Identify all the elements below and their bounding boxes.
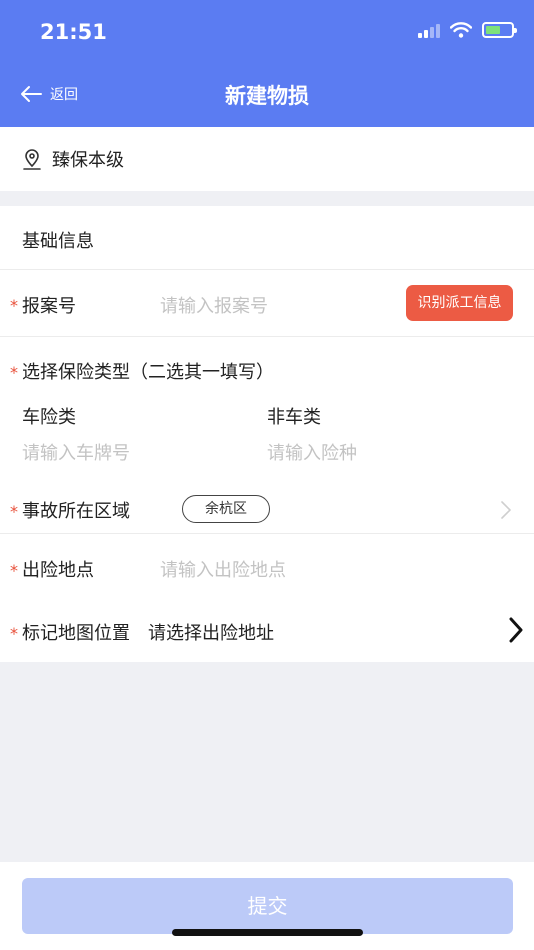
divider: [0, 269, 534, 270]
battery-icon: [482, 22, 517, 38]
location-label: 出险地点: [22, 560, 94, 581]
wifi-icon: [450, 22, 472, 38]
location-pin-icon: [23, 149, 41, 170]
recognize-dispatch-button[interactable]: 识别派工信息: [406, 285, 513, 321]
location-input[interactable]: 请输入出险地点: [160, 556, 286, 582]
org-selector[interactable]: 臻保本级: [0, 127, 534, 191]
footer: 提交: [0, 862, 534, 950]
area-chip[interactable]: 余杭区: [182, 495, 270, 523]
map-address-select[interactable]: 请选择出险地址: [148, 619, 274, 645]
signal-icon: [418, 22, 440, 38]
non-vehicle-insurance-label: 非车类: [267, 407, 321, 428]
org-name: 臻保本级: [52, 150, 124, 171]
insurance-category-input[interactable]: 请输入险种: [267, 439, 357, 465]
submit-button[interactable]: 提交: [22, 878, 513, 934]
basic-info-card: 基础信息 * 报案号 请输入报案号 识别派工信息 * 选择保险类型（二选其一填写…: [0, 206, 534, 662]
header: 21:51 返回 新建物损: [0, 0, 534, 127]
divider: [0, 336, 534, 337]
home-indicator: [172, 929, 363, 936]
section-title: 基础信息: [22, 231, 94, 252]
vehicle-insurance-label: 车险类: [22, 407, 76, 428]
required-mark: *: [10, 296, 18, 315]
plate-number-input[interactable]: 请输入车牌号: [22, 439, 130, 465]
case-no-label: 报案号: [22, 296, 76, 317]
required-mark: *: [10, 561, 18, 580]
status-icons: [418, 22, 517, 38]
chevron-right-icon[interactable]: [508, 616, 524, 644]
required-mark: *: [10, 502, 18, 521]
required-mark: *: [10, 624, 18, 643]
divider: [0, 533, 534, 534]
required-mark: *: [10, 363, 18, 382]
chevron-right-icon[interactable]: [500, 500, 512, 520]
case-no-input[interactable]: 请输入报案号: [160, 292, 268, 318]
map-label: 标记地图位置: [22, 623, 130, 644]
insurance-type-label: 选择保险类型（二选其一填写）: [22, 362, 274, 383]
status-time: 21:51: [40, 20, 107, 44]
accident-area-label: 事故所在区域: [22, 501, 130, 522]
page-title: 新建物损: [225, 84, 309, 108]
